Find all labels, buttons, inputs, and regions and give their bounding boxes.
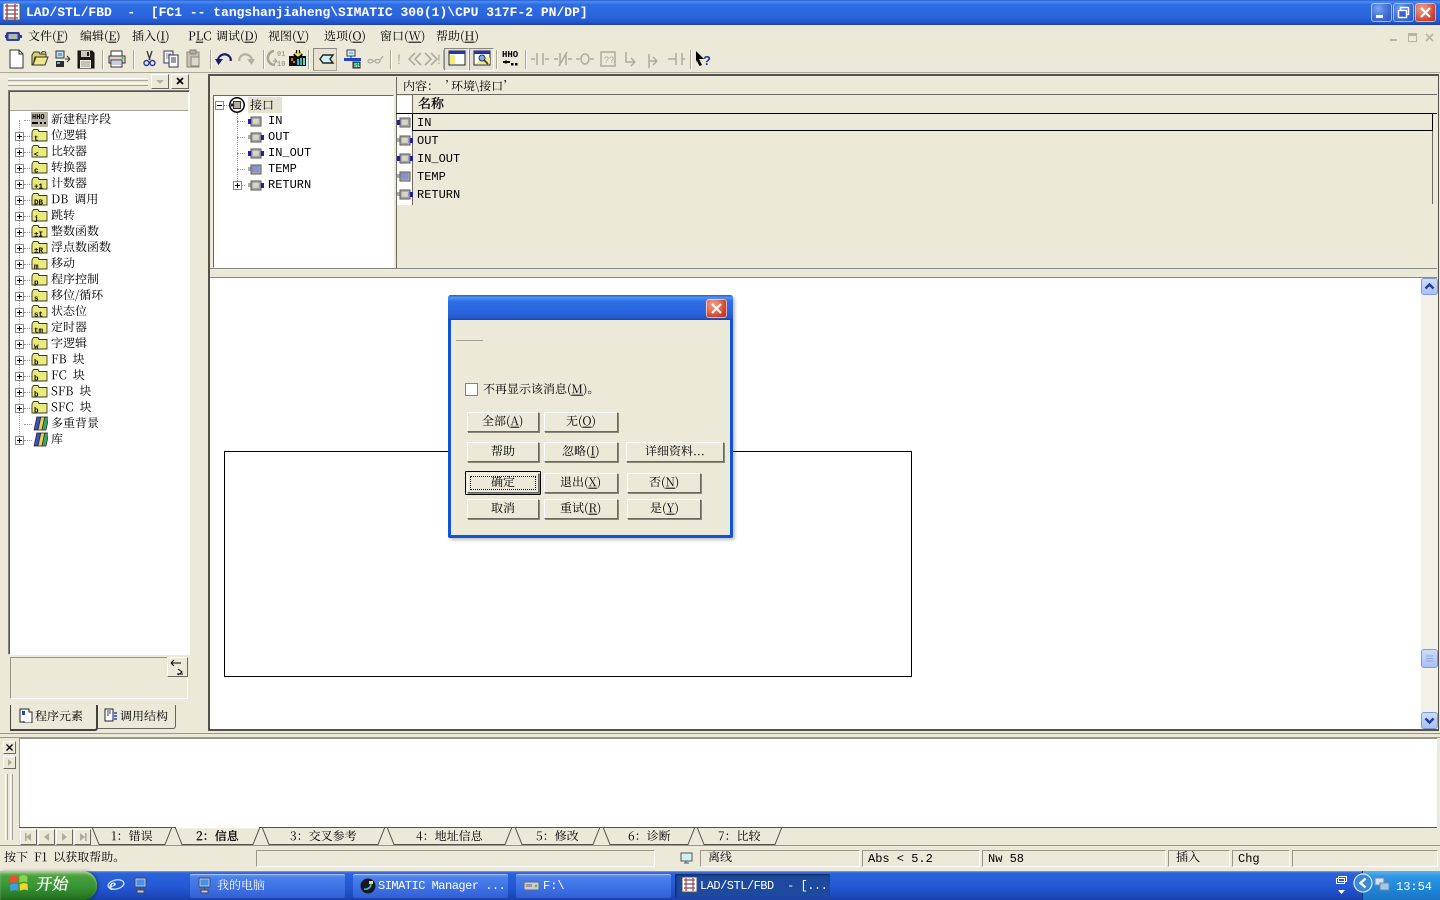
svg-text:HHO: HHO bbox=[502, 50, 519, 60]
svg-text:01: 01 bbox=[277, 51, 285, 59]
svg-text:??: ?? bbox=[604, 55, 614, 65]
svg-text:HHO: HHO bbox=[32, 114, 45, 122]
svg-text:c: c bbox=[34, 168, 39, 175]
svg-text:t: t bbox=[34, 136, 39, 143]
svg-text:±I: ±I bbox=[34, 232, 43, 239]
svg-text:j: j bbox=[34, 216, 39, 223]
svg-text:+1: +1 bbox=[34, 184, 44, 191]
svg-text:b: b bbox=[34, 376, 39, 383]
svg-text:tm: tm bbox=[34, 328, 44, 335]
svg-text:s: s bbox=[34, 296, 39, 303]
svg-text:10: 10 bbox=[277, 61, 285, 69]
svg-text:p: p bbox=[34, 280, 39, 287]
svg-text:S1: S1 bbox=[354, 63, 360, 69]
svg-text:st: st bbox=[34, 312, 43, 319]
svg-text:m: m bbox=[34, 264, 39, 271]
svg-text:w: w bbox=[34, 344, 39, 351]
svg-text:!: ! bbox=[397, 51, 401, 67]
svg-text:<: < bbox=[34, 152, 39, 159]
svg-text:?: ? bbox=[703, 53, 711, 68]
svg-text:b: b bbox=[34, 392, 39, 399]
svg-text:b: b bbox=[34, 360, 39, 367]
svg-text:DB: DB bbox=[34, 200, 44, 207]
svg-text:!: ! bbox=[437, 51, 441, 67]
svg-text:±R: ±R bbox=[34, 248, 44, 255]
svg-text:b: b bbox=[34, 408, 39, 415]
